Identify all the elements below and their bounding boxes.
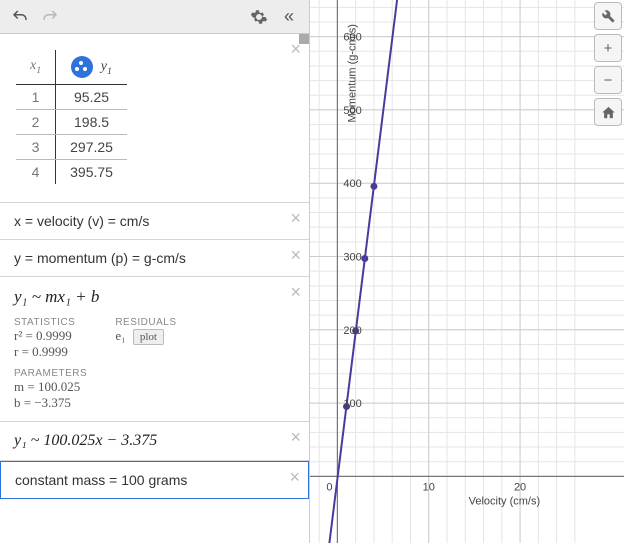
undo-button[interactable] [8, 5, 32, 29]
y-header[interactable]: y1 [56, 50, 127, 85]
graph-tools: + − [594, 2, 622, 126]
close-icon[interactable]: × [290, 209, 301, 227]
graph-canvas[interactable]: 01020100200300400500600Velocity (cm/s)Mo… [310, 0, 624, 543]
settings-button[interactable] [247, 5, 271, 29]
regression-model: y₁ ~ mx₁ + b [14, 287, 279, 307]
svg-text:10: 10 [423, 481, 435, 493]
svg-text:20: 20 [514, 481, 526, 493]
expression-panel: « × x1 y1 195.25 2198.5 32 [0, 0, 310, 543]
close-icon[interactable]: × [290, 283, 301, 301]
y-definition-text: y = momentum (p) = g-cm/s [14, 250, 186, 266]
collapse-button[interactable]: « [277, 5, 301, 29]
x-definition-cell[interactable]: × x = velocity (v) = cm/s [0, 203, 309, 240]
note-text: constant mass = 100 grams [15, 472, 187, 488]
svg-text:400: 400 [343, 178, 361, 190]
svg-text:Velocity (cm/s): Velocity (cm/s) [469, 495, 541, 507]
close-icon[interactable]: × [289, 468, 300, 486]
param-m: m = 100.025 [14, 379, 279, 395]
residuals-label: RESIDUALS [115, 317, 176, 328]
close-icon[interactable]: × [290, 40, 301, 58]
residuals-var: e₁ [115, 328, 125, 343]
close-icon[interactable]: × [290, 246, 301, 264]
close-icon[interactable]: × [290, 428, 301, 446]
zoom-out-button[interactable]: − [594, 66, 622, 94]
x-header[interactable]: x1 [16, 50, 56, 85]
r-value: r = 0.9999 [14, 344, 75, 360]
r-squared: r² = 0.9999 [14, 328, 75, 344]
plot-residuals-button[interactable]: plot [133, 329, 164, 345]
param-b: b = −3.375 [14, 395, 279, 411]
left-toolbar: « [0, 0, 309, 34]
fit-equation: y₁ ~ 100.025x − 3.375 [14, 432, 157, 449]
svg-text:300: 300 [343, 252, 361, 264]
table-row: 195.25 [16, 85, 127, 110]
svg-text:100: 100 [343, 398, 361, 410]
fit-equation-cell[interactable]: × y₁ ~ 100.025x − 3.375 [0, 422, 309, 461]
table-row: 4395.75 [16, 160, 127, 185]
home-button[interactable] [594, 98, 622, 126]
x-definition-text: x = velocity (v) = cm/s [14, 213, 149, 229]
y-definition-cell[interactable]: × y = momentum (p) = g-cm/s [0, 240, 309, 277]
parameters-label: PARAMETERS [14, 368, 279, 379]
table-row: 2198.5 [16, 110, 127, 135]
table-row: 3297.25 [16, 135, 127, 160]
zoom-in-button[interactable]: + [594, 34, 622, 62]
series-color-icon[interactable] [71, 56, 93, 78]
svg-text:200: 200 [343, 325, 361, 337]
svg-text:0: 0 [326, 481, 332, 493]
table-cell[interactable]: × x1 y1 195.25 2198.5 3297.25 4395.75 [0, 34, 309, 203]
expression-list[interactable]: × x1 y1 195.25 2198.5 3297.25 4395.75 [0, 34, 309, 543]
wrench-button[interactable] [594, 2, 622, 30]
regression-cell[interactable]: × y₁ ~ mx₁ + b STATISTICS r² = 0.9999 r … [0, 277, 309, 422]
data-table[interactable]: x1 y1 195.25 2198.5 3297.25 4395.75 [16, 50, 127, 184]
statistics-label: STATISTICS [14, 317, 75, 328]
svg-text:Momentum (g-cm/s): Momentum (g-cm/s) [346, 24, 358, 122]
graph-panel[interactable]: 01020100200300400500600Velocity (cm/s)Mo… [310, 0, 624, 543]
note-cell[interactable]: × constant mass = 100 grams [0, 461, 309, 499]
redo-button[interactable] [38, 5, 62, 29]
